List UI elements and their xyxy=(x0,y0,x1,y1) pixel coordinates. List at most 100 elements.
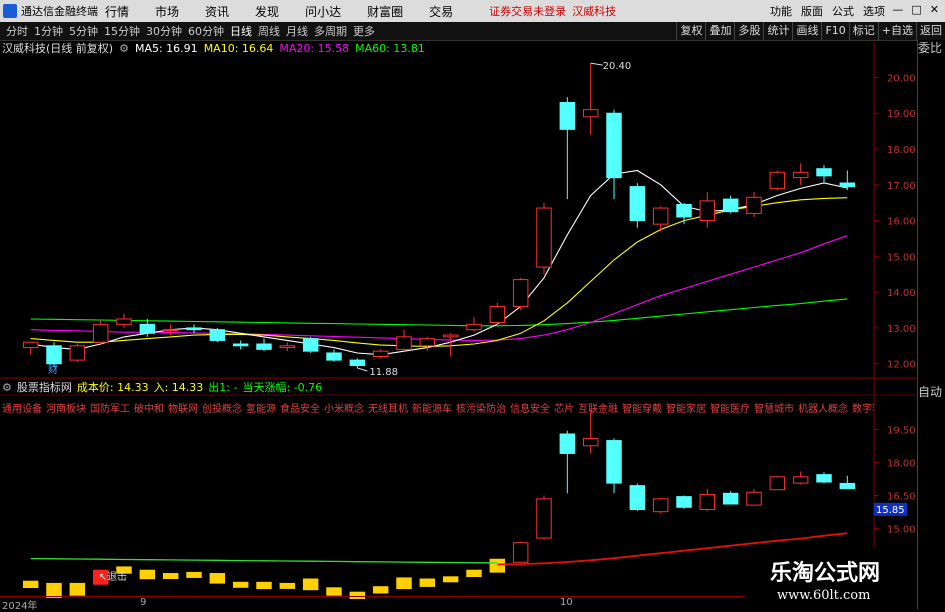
indicator-candle-body xyxy=(372,586,389,594)
concept-tag[interactable]: 食品安全 xyxy=(280,404,320,415)
current-price-text: 15.85 xyxy=(876,505,905,516)
candle-body xyxy=(372,350,389,358)
candle-body xyxy=(279,345,296,349)
candle-body xyxy=(629,186,646,222)
indicator-candle-body xyxy=(466,569,482,578)
candle-body xyxy=(559,102,576,130)
candle-body xyxy=(186,327,202,331)
indicator-candle-body xyxy=(746,491,762,506)
y-tick-label: 18.00 xyxy=(887,145,916,156)
concept-tags: 通用设备 河南板块 国防军工 破中和 物联网 创投概念 氢能源 食品安全 小米概念 无线耳机 新能源… xyxy=(2,400,874,415)
indicator-legend: ⚙ 股票指标网 成本价: 14.33 入: 14.33 出1: - 当天涨幅: … xyxy=(2,380,327,395)
side-tick-time: 自动 xyxy=(918,385,943,399)
concept-tag[interactable]: 智慧城市 xyxy=(754,404,794,415)
indicator-change: 当天涨幅: -0.76 xyxy=(242,381,323,394)
concept-tag[interactable]: 互联金融 xyxy=(578,404,618,415)
concept-tag[interactable]: 智能家居 xyxy=(666,404,706,415)
indicator-candle-body xyxy=(792,476,809,484)
y-tick-label: 12.00 xyxy=(887,360,916,371)
indicator-candle-body xyxy=(162,573,179,580)
concept-tag[interactable]: 氢能源 xyxy=(246,404,276,415)
candle-body xyxy=(396,336,412,350)
indicator-sell: 出1: - xyxy=(208,381,238,394)
candle-body xyxy=(582,109,599,118)
candle-body xyxy=(466,323,482,331)
indicator-candle-body xyxy=(232,581,249,588)
indicator-candle-body xyxy=(256,581,272,590)
concept-tag[interactable]: 机器人概念 xyxy=(798,404,848,415)
gear-icon[interactable]: ⚙ xyxy=(2,381,12,394)
y-tick-label: 14.00 xyxy=(887,288,916,299)
y-tick-label: 13.00 xyxy=(887,324,916,335)
concept-tag[interactable]: 物联网 xyxy=(168,404,198,415)
concept-tag[interactable]: 信息安全 xyxy=(510,404,550,415)
concept-tag[interactable]: 智能医疗 xyxy=(710,404,750,415)
candle-body xyxy=(816,168,832,177)
indicator-candle-body xyxy=(722,492,739,505)
indicator-candle-body xyxy=(559,433,576,454)
candle-body xyxy=(232,343,249,347)
indicator-candle-body xyxy=(652,498,669,513)
indicator-candle-body xyxy=(302,578,319,591)
ma60-line xyxy=(30,298,848,327)
concept-tag[interactable]: 国防军工 xyxy=(90,404,130,415)
candle-body xyxy=(792,171,809,179)
x-axis-label: 2024年 xyxy=(2,601,38,612)
watermark-url: www.60lt.com xyxy=(777,588,871,603)
candle-body xyxy=(489,305,506,324)
indicator-candle-body xyxy=(326,587,342,596)
concept-tag[interactable]: 核污染防治 xyxy=(456,404,506,415)
candle-body xyxy=(419,338,436,347)
indicator-buy: 入: 14.33 xyxy=(153,381,204,394)
y-tick-label: 19.50 xyxy=(887,426,916,437)
ma5-legend: MA5: 16.91 xyxy=(134,41,198,55)
concept-tag[interactable]: 新能源车 xyxy=(412,404,452,415)
candle-body xyxy=(722,198,739,213)
candle-body xyxy=(536,207,552,268)
y-tick-label: 16.00 xyxy=(887,217,916,228)
y-tick-label: 15.00 xyxy=(887,252,916,263)
kline-chart[interactable]: 12.00 13.00 14.00 15.00 16.00 17.00 18.00 19.00… xyxy=(0,0,945,609)
concept-tag[interactable]: 创投概念 xyxy=(202,404,242,415)
stock-legend-title: 汉威科技(日线 前复权) xyxy=(2,42,114,55)
candle-body xyxy=(162,329,179,332)
candle-body xyxy=(699,200,716,222)
gear-icon[interactable]: ⚙ xyxy=(119,42,129,55)
high-label: 20.40 xyxy=(603,61,632,72)
concept-tag[interactable]: 数字孪生 xyxy=(852,404,874,415)
candle-body xyxy=(116,318,132,325)
concept-tag[interactable]: 无线耳机 xyxy=(368,404,408,415)
indicator-candle-body xyxy=(69,582,86,596)
main-legend: 汉威科技(日线 前复权) ⚙ MA5: 16.91 MA10: 16.64 MA… xyxy=(2,41,431,56)
candle-body xyxy=(769,171,786,189)
indicator-candle-body xyxy=(512,542,529,563)
indicator-name: 股票指标网 xyxy=(16,381,72,394)
ma60-legend: MA60: 13.81 xyxy=(355,41,425,55)
indicator-candle-body xyxy=(22,580,39,589)
low-label: 11.88 xyxy=(369,367,398,378)
candle-body xyxy=(326,352,342,361)
concept-tag[interactable]: 河南板块 xyxy=(46,404,86,415)
indicator-candle-body xyxy=(676,496,692,508)
concept-tag[interactable]: 智能穿戴 xyxy=(622,404,662,415)
indicator-candle-body xyxy=(209,573,226,584)
indicator-candle-body xyxy=(629,485,646,510)
concept-tag[interactable]: 小米概念 xyxy=(324,404,364,415)
side-field-label[interactable]: 委比 xyxy=(918,40,945,57)
high-pointer xyxy=(590,62,603,66)
candle-body xyxy=(256,343,272,350)
concept-tag[interactable]: 破中和 xyxy=(134,404,164,415)
low-pointer xyxy=(357,367,368,372)
indicator-candle-body xyxy=(536,498,552,539)
indicator-candle-body xyxy=(582,437,599,447)
right-side-panel: 委比卖五卖四卖三卖二卖一买一买二买三买四买五现价涨跌涨幅总量外盘换手净资收益 自… xyxy=(917,40,945,609)
indicator-candle-body xyxy=(489,558,506,573)
side-bottom-list: 自动行情盘后14:5014:5014:5014:5014:5014:5014:5… xyxy=(918,384,945,401)
candle-body xyxy=(442,334,459,338)
y-tick-label: 20.00 xyxy=(887,73,916,84)
candle-body xyxy=(839,182,856,188)
concept-tag[interactable]: 芯片 xyxy=(554,404,574,415)
ma20-legend: MA20: 15.58 xyxy=(279,41,350,55)
indicator-cost: 成本价: 14.33 xyxy=(76,381,149,394)
concept-tag[interactable]: 通用设备 xyxy=(2,404,42,415)
